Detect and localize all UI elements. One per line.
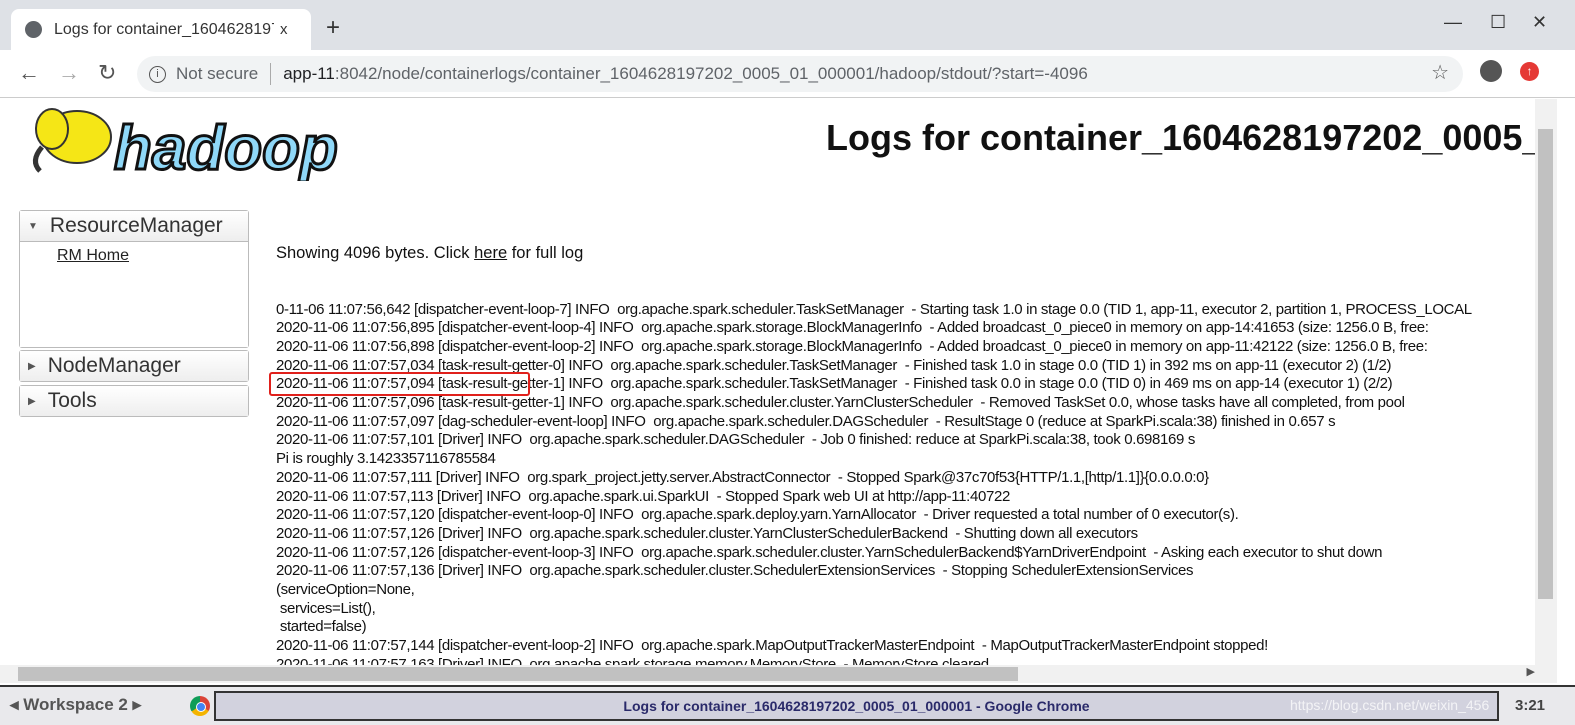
menu-header-resourcemanager[interactable]: ▼ ResourceManager: [20, 211, 248, 241]
reload-icon[interactable]: ↻: [98, 60, 116, 86]
log-line: 2020-11-06 11:07:56,895 [dispatcher-even…: [276, 319, 1429, 337]
url-path: :8042/node/containerlogs/container_16046…: [334, 64, 1088, 83]
bookmark-star-icon[interactable]: ☆: [1431, 60, 1449, 85]
globe-icon: [25, 21, 42, 38]
log-line: started=false): [276, 618, 367, 636]
divider: [270, 63, 272, 85]
log-line: services=List(),: [276, 599, 376, 617]
log-line: 2020-11-06 11:07:57,120 [dispatcher-even…: [276, 506, 1239, 524]
showing-bytes-text: Showing 4096 bytes. Click here for full …: [276, 244, 584, 263]
tab-close-button[interactable]: x: [280, 21, 288, 38]
url-host: app-11: [283, 64, 335, 83]
log-line: (serviceOption=None,: [276, 581, 415, 599]
pi-result-line: Pi is roughly 3.1423357116785584: [276, 450, 496, 468]
log-line: 2020-11-06 11:07:57,126 [dispatcher-even…: [276, 543, 1383, 561]
vertical-scrollbar[interactable]: [1535, 99, 1557, 665]
back-icon[interactable]: ←: [18, 60, 40, 86]
log-line: 2020-11-06 11:07:57,126 [Driver] INFO or…: [276, 524, 1138, 542]
chrome-icon: [190, 696, 210, 716]
forward-icon[interactable]: →: [58, 60, 80, 86]
tab-strip: Logs for container_1604628197202_0005_01…: [0, 0, 1575, 50]
not-secure-label: Not secure: [176, 64, 259, 83]
svg-text:hadoop: hadoop: [114, 114, 338, 181]
menu-label: ResourceManager: [49, 214, 223, 237]
menu-label: Tools: [47, 389, 97, 412]
info-icon[interactable]: i: [149, 65, 166, 83]
scroll-right-icon[interactable]: ▶: [1527, 665, 1535, 678]
clock: 3:21: [1515, 697, 1546, 714]
minimize-icon[interactable]: —: [1444, 12, 1462, 33]
new-tab-button[interactable]: +: [326, 14, 340, 42]
log-line: 0-11-06 11:07:56,642 [dispatcher-event-l…: [276, 300, 1472, 318]
close-window-icon[interactable]: ✕: [1532, 12, 1547, 33]
log-line: 2020-11-06 11:07:57,144 [dispatcher-even…: [276, 637, 1268, 655]
log-line: 2020-11-06 11:07:57,163 [Driver] INFO or…: [276, 655, 989, 665]
menu-header-nodemanager[interactable]: ▶ NodeManager: [20, 351, 248, 381]
page-content: hadoop Logs for container_1604628197202_…: [0, 99, 1535, 665]
menu-resourcemanager: ▼ ResourceManager RM Home: [19, 210, 249, 348]
caret-right-icon: ▶: [28, 395, 36, 407]
hadoop-logo: hadoop: [33, 108, 339, 181]
highlight-box: [269, 372, 530, 396]
browser-tab[interactable]: Logs for container_1604628197202_0005_01…: [11, 9, 311, 50]
address-bar[interactable]: i Not secure app-11 :8042/node/container…: [137, 56, 1463, 92]
maximize-icon[interactable]: ☐: [1490, 12, 1506, 33]
menu-label: NodeManager: [47, 354, 181, 377]
taskbar: ◂ Workspace 2 ▸ Logs for container_16046…: [0, 685, 1575, 725]
browser-toolbar: ← → ↻ i Not secure app-11 :8042/node/con…: [0, 50, 1575, 98]
log-line: 2020-11-06 11:07:57,113 [Driver] INFO or…: [276, 487, 1010, 505]
log-line: 2020-11-06 11:07:57,097 [dag-scheduler-e…: [276, 412, 1336, 430]
tab-title: Logs for container_1604628197202_0005_01…: [54, 20, 274, 38]
rm-home-link[interactable]: RM Home: [57, 247, 248, 265]
log-line: 2020-11-06 11:07:57,101 [Driver] INFO or…: [276, 431, 1195, 449]
log-line: 2020-11-06 11:07:56,898 [dispatcher-even…: [276, 337, 1428, 355]
caret-down-icon: ▼: [28, 220, 38, 232]
caret-right-icon: ▶: [28, 360, 36, 372]
update-icon[interactable]: ↑: [1520, 62, 1539, 81]
log-line: 2020-11-06 11:07:57,096 [task-result-get…: [276, 394, 1405, 412]
scroll-thumb[interactable]: [18, 667, 1018, 681]
workspace-switcher[interactable]: ◂ Workspace 2 ▸: [10, 695, 141, 715]
horizontal-scrollbar[interactable]: ▶: [0, 665, 1557, 683]
menu-nodemanager: ▶ NodeManager: [19, 350, 249, 382]
log-line: 2020-11-06 11:07:57,111 [Driver] INFO or…: [276, 468, 1209, 486]
log-output: Showing 4096 bytes. Click here for full …: [276, 207, 1472, 665]
menu-tools: ▶ Tools: [19, 385, 249, 417]
menu-header-tools[interactable]: ▶ Tools: [20, 386, 248, 416]
page-title: Logs for container_1604628197202_0005_01…: [826, 117, 1535, 158]
watermark: https://blog.csdn.net/weixin_456: [1290, 697, 1490, 713]
log-line: 2020-11-06 11:07:57,136 [Driver] INFO or…: [276, 562, 1194, 580]
account-icon[interactable]: [1480, 60, 1502, 82]
full-log-link[interactable]: here: [474, 244, 507, 262]
scroll-thumb[interactable]: [1538, 129, 1553, 599]
